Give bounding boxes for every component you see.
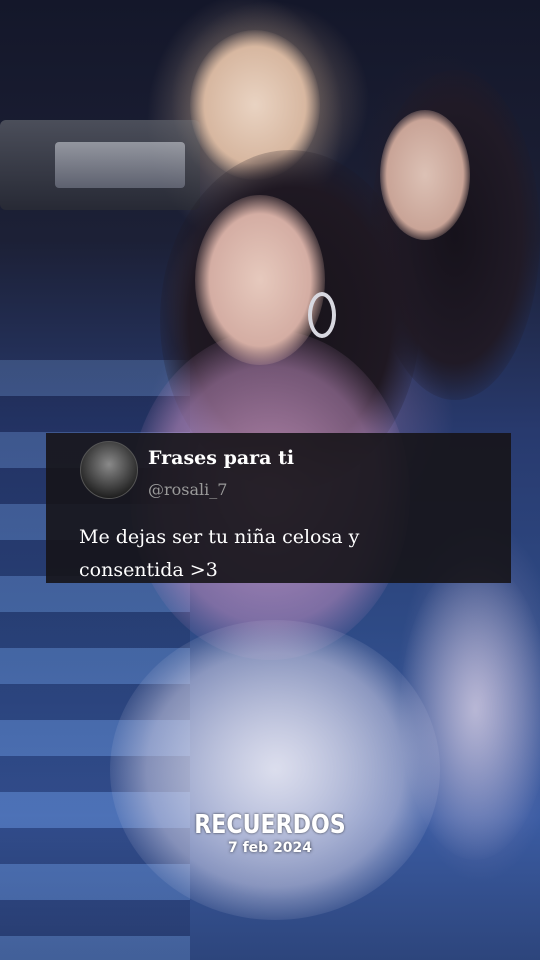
tweet-text-line: Me dejas ser tu niña celosa y — [79, 526, 360, 548]
performer-front-skirt — [110, 620, 440, 920]
performer-front-face — [195, 195, 325, 365]
memories-date: 7 feb 2024 — [227, 840, 313, 856]
earring — [308, 292, 336, 338]
tweet-text: Me dejas ser tu niña celosa y consentida… — [79, 521, 499, 587]
memories-title: RECUERDOS — [194, 810, 346, 840]
stage-monitor — [55, 142, 185, 188]
avatar-image-icon[interactable] — [80, 441, 138, 499]
tweet-text-line: consentida >3 — [79, 559, 218, 581]
user-handle[interactable]: @rosali_7 — [148, 480, 227, 499]
memories-overlay: RECUERDOS 7 feb 2024 — [0, 810, 540, 856]
display-name[interactable]: Frases para ti — [148, 447, 294, 469]
tweet-card: Frases para ti @rosali_7 Me dejas ser tu… — [46, 433, 511, 583]
